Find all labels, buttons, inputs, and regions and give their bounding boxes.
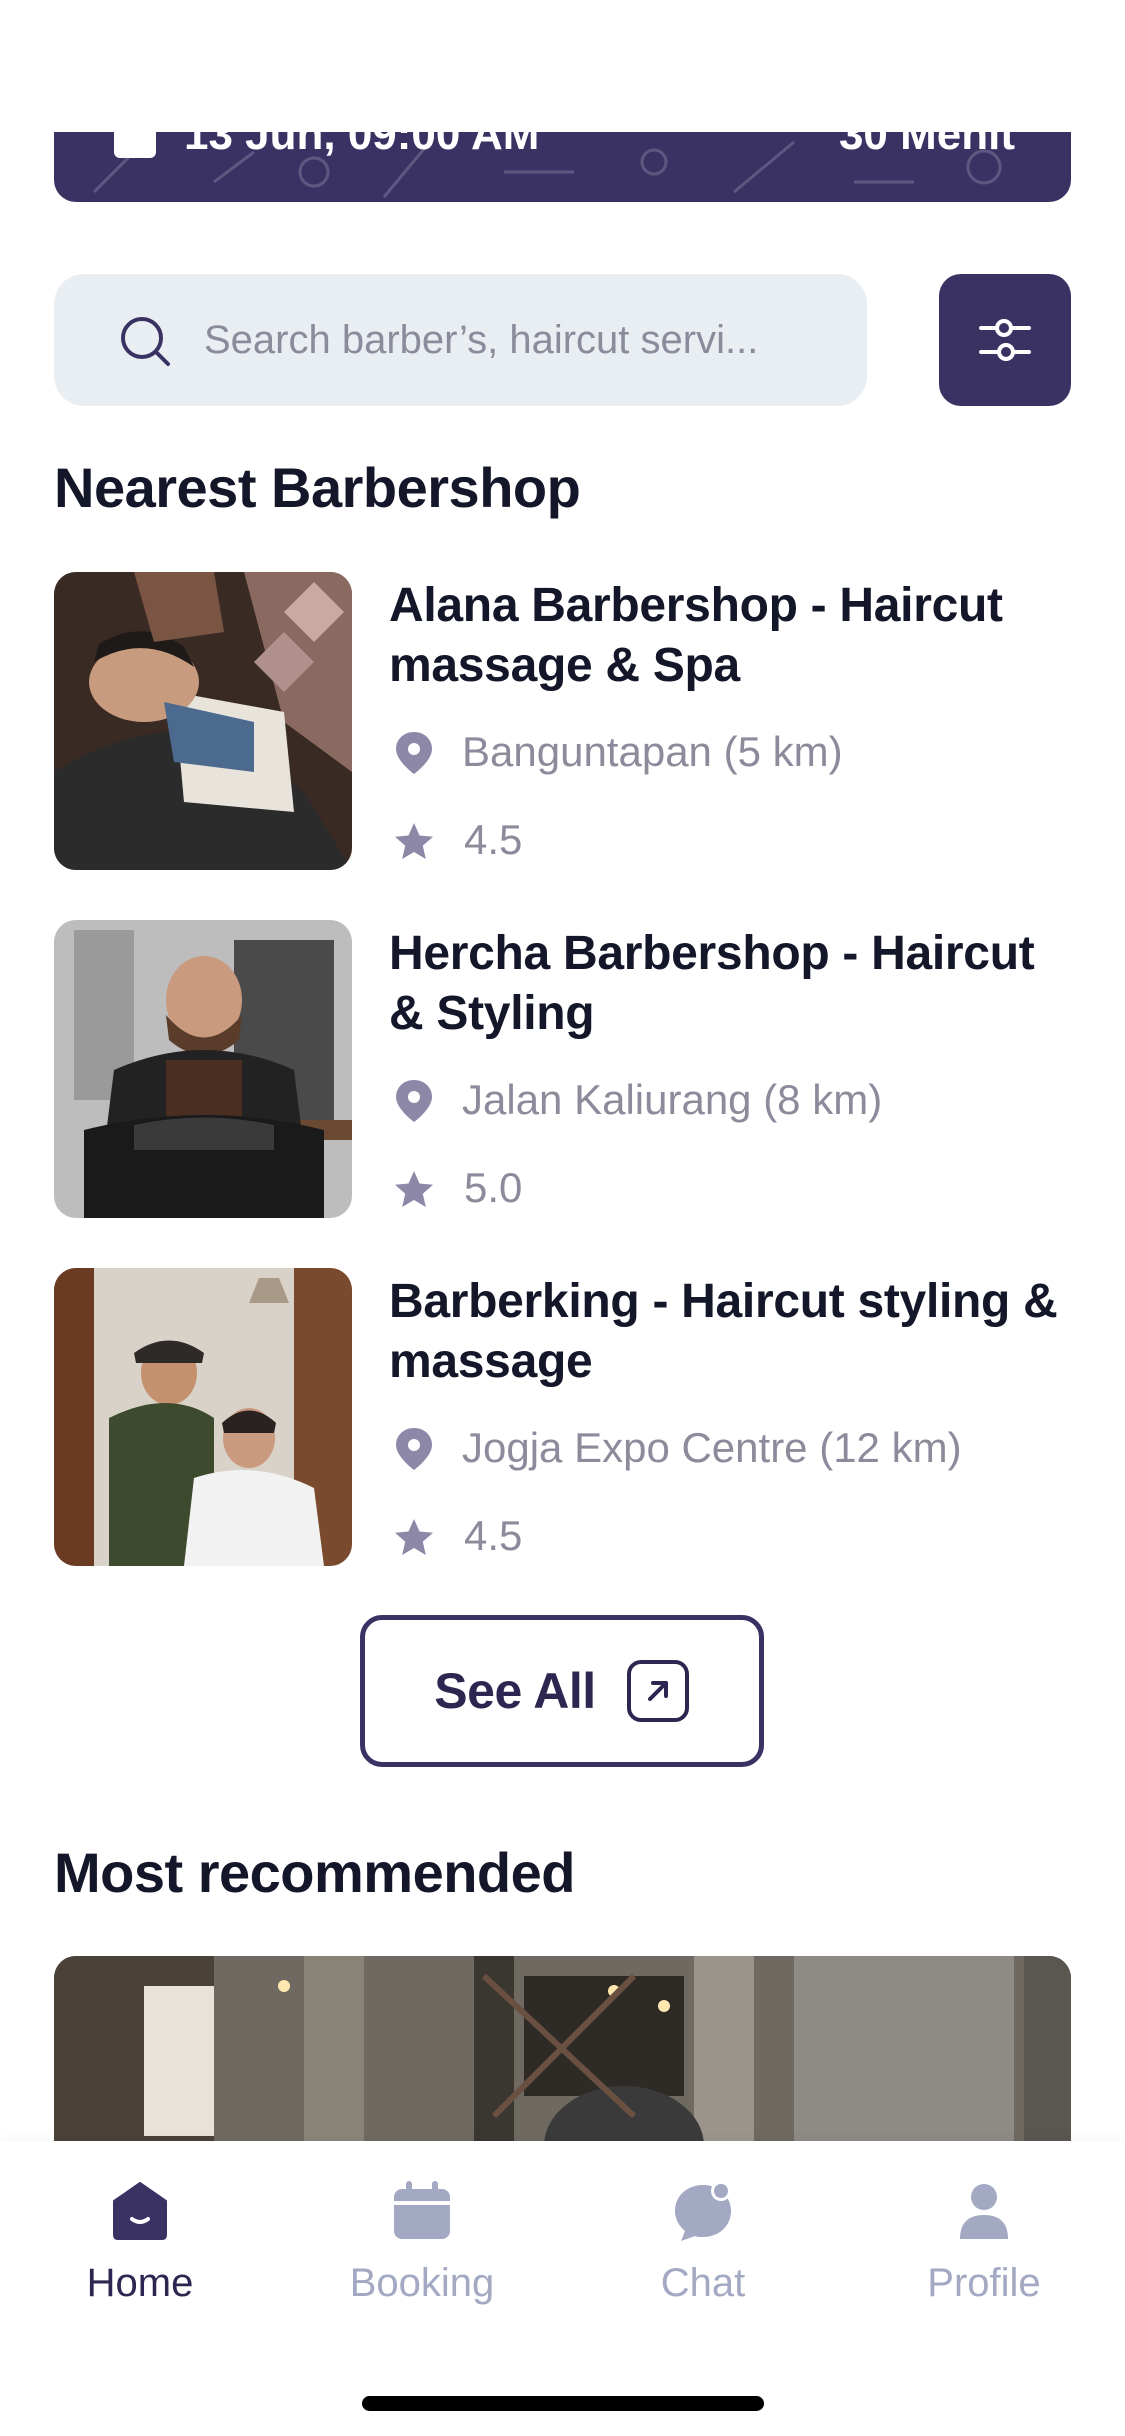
star-icon — [395, 823, 433, 859]
shop-location: Jogja Expo Centre (12 km) — [462, 1424, 962, 1471]
shop-card[interactable]: Barberking - Haircut styling & massage J… — [54, 1268, 1071, 1566]
nearest-barbershop-title: Nearest Barbershop — [54, 456, 581, 519]
most-recommended-title: Most recommended — [54, 1841, 576, 1904]
search-input[interactable]: Search barber’s, haircut servi... — [54, 274, 867, 406]
nav-booking[interactable]: Booking — [322, 2179, 522, 2306]
sliders-icon — [979, 319, 1031, 361]
shop-rating: 5.0 — [464, 1164, 523, 1211]
star-icon — [395, 1519, 433, 1555]
location-pin-icon — [396, 1428, 432, 1470]
nav-home[interactable]: Home — [40, 2179, 240, 2306]
shop-rating: 4.5 — [464, 1512, 523, 1559]
calendar-icon — [114, 132, 156, 158]
profile-icon — [960, 2184, 1008, 2239]
bottom-navigation: Home Booking Chat Profile — [0, 2141, 1125, 2436]
shop-image — [54, 920, 352, 1218]
nav-profile-label: Profile — [927, 2261, 1041, 2305]
nav-chat-label: Chat — [660, 2261, 746, 2305]
calendar-icon — [394, 2181, 450, 2239]
external-link-icon — [626, 1660, 689, 1722]
booking-banner[interactable]: 13 Jun, 09:00 AM 30 Menit — [54, 132, 1071, 202]
shop-card[interactable]: Hercha Barbershop - Haircut & Styling Ja… — [54, 920, 1071, 1218]
shop-card[interactable]: Alana Barbershop - Haircut massage & Spa… — [54, 572, 1071, 870]
filter-button[interactable] — [939, 274, 1071, 406]
shop-location: Jalan Kaliurang (8 km) — [462, 1076, 883, 1123]
shop-name: Hercha Barbershop - Haircut & Styling — [389, 927, 1035, 1040]
shop-name: Barberking - Haircut styling & massage — [389, 1275, 1058, 1388]
nav-booking-label: Booking — [349, 2261, 495, 2305]
booking-duration: 30 Menit — [838, 132, 1015, 159]
status-bar-area — [0, 0, 1125, 132]
shop-image — [54, 1268, 352, 1566]
star-icon — [395, 1171, 433, 1207]
shop-location: Banguntapan (5 km) — [462, 728, 843, 775]
booking-date: 13 Jun, 09:00 AM — [184, 132, 540, 159]
shop-name: Alana Barbershop - Haircut massage & Spa — [389, 579, 1003, 692]
search-icon — [121, 317, 170, 366]
nav-home-label: Home — [86, 2261, 194, 2305]
search-placeholder: Search barber’s, haircut servi... — [204, 318, 759, 362]
nav-profile[interactable]: Profile — [884, 2179, 1084, 2306]
see-all-button[interactable]: See All — [360, 1615, 764, 1767]
nav-chat[interactable]: Chat — [603, 2179, 803, 2306]
location-pin-icon — [396, 732, 432, 774]
shop-rating: 4.5 — [464, 816, 523, 863]
location-pin-icon — [396, 1080, 432, 1122]
see-all-label: See All — [434, 1663, 596, 1719]
shop-image — [54, 572, 352, 870]
home-indicator — [362, 2396, 764, 2411]
chat-icon — [675, 2181, 731, 2241]
home-icon — [113, 2182, 167, 2240]
